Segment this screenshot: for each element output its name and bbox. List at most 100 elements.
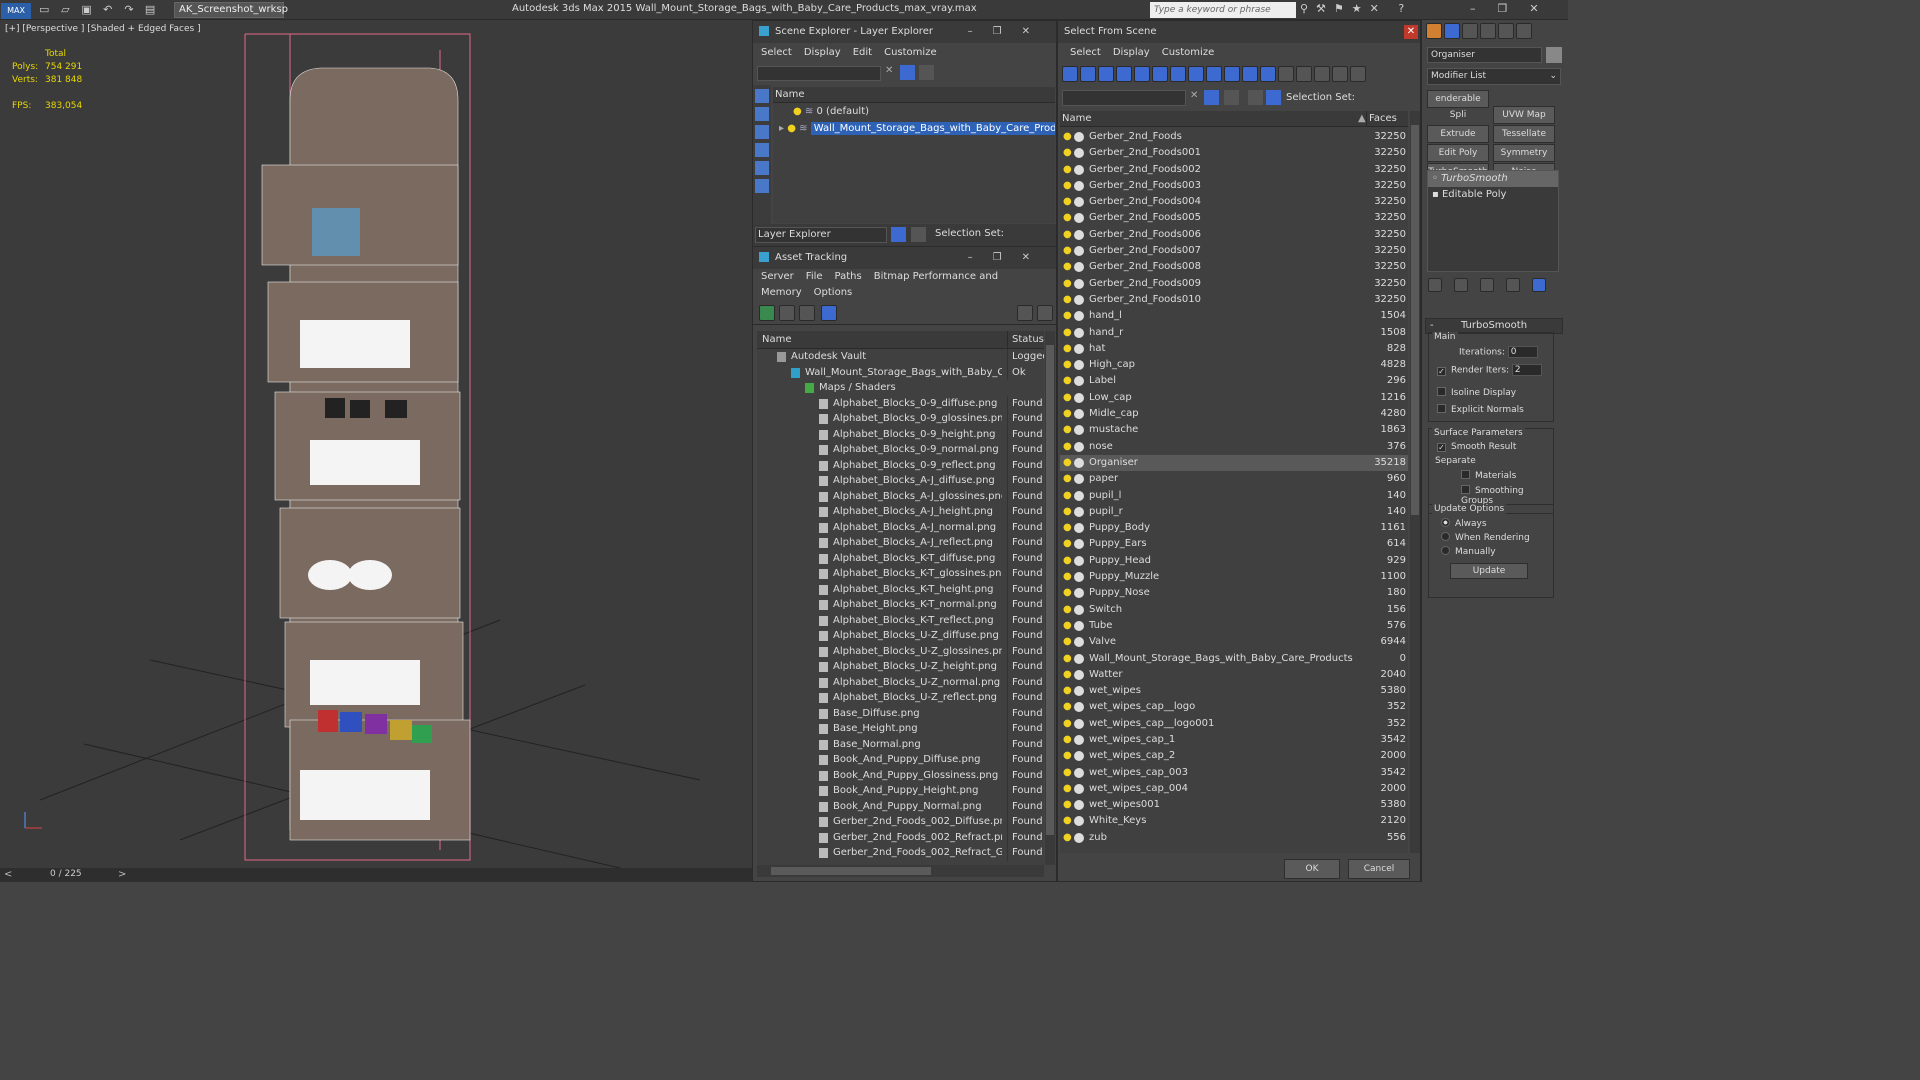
- search-input[interactable]: Type a keyword or phrase: [1150, 2, 1296, 18]
- asset-row[interactable]: Alphabet_Blocks_K-T_glossines.png Found: [757, 566, 1044, 582]
- object-row[interactable]: ● High_cap 4828: [1060, 357, 1408, 373]
- scene-explorer-filter-input[interactable]: [757, 66, 881, 81]
- filter-icon[interactable]: [900, 65, 915, 80]
- light-bulb-icon[interactable]: ●: [1063, 536, 1072, 552]
- list-view-icon[interactable]: [779, 305, 795, 321]
- when-rendering-radio[interactable]: [1441, 532, 1450, 541]
- smooth-result-checkbox[interactable]: ✓: [1437, 443, 1446, 452]
- asset-row[interactable]: Alphabet_Blocks_K-T_diffuse.png Found: [757, 550, 1044, 566]
- asset-row[interactable]: Alphabet_Blocks_U-Z_height.png Found: [757, 659, 1044, 675]
- remove-modifier-icon[interactable]: [1506, 278, 1520, 292]
- stack-item-editable-poly[interactable]: ▪ Editable Poly: [1428, 187, 1558, 203]
- object-row[interactable]: ● Gerber_2nd_Foods003 32250: [1060, 178, 1408, 194]
- light-bulb-icon[interactable]: ●: [1063, 259, 1072, 275]
- time-slider[interactable]: < 0 / 225 >: [0, 868, 752, 882]
- object-row[interactable]: ● Valve 6944: [1060, 634, 1408, 650]
- light-bulb-icon[interactable]: ●: [1063, 488, 1072, 504]
- layer-explorer-icon[interactable]: [891, 227, 906, 242]
- object-row[interactable]: ● Organiser 35218: [1060, 454, 1408, 472]
- light-bulb-icon[interactable]: ●: [1063, 830, 1072, 846]
- asset-row[interactable]: Alphabet_Blocks_A-J_height.png Found: [757, 504, 1044, 520]
- lightbulb-icon[interactable]: ◦: [1432, 173, 1438, 184]
- light-bulb-icon[interactable]: ●: [1063, 390, 1072, 406]
- menu-item[interactable]: File: [806, 271, 823, 282]
- filter-lights-icon[interactable]: [1098, 66, 1114, 82]
- modifier-button[interactable]: Edit Poly: [1427, 144, 1489, 162]
- light-bulb-icon[interactable]: ●: [1063, 308, 1072, 324]
- modifier-button[interactable]: Extrude: [1427, 125, 1489, 143]
- modifier-button[interactable]: Symmetry: [1493, 144, 1555, 162]
- asset-row[interactable]: Alphabet_Blocks_A-J_normal.png Found: [757, 519, 1044, 535]
- light-bulb-icon[interactable]: ●: [1063, 439, 1072, 455]
- filter-frozen-icon[interactable]: [1242, 66, 1258, 82]
- refresh-icon[interactable]: [759, 305, 775, 321]
- object-name-field[interactable]: Organiser: [1427, 47, 1542, 63]
- object-row[interactable]: ● wet_wipes_cap_003 3542: [1060, 765, 1408, 781]
- asset-horizontal-scrollbar[interactable]: [757, 865, 1044, 877]
- perspective-viewport[interactable]: [+] [Perspective ] [Shaded + Edged Faces…: [0, 20, 752, 868]
- light-bulb-icon[interactable]: ●: [1063, 569, 1072, 585]
- close-icon[interactable]: ✕: [1404, 25, 1418, 39]
- stack-item-turbosmooth[interactable]: ◦ TurboSmooth: [1428, 171, 1558, 187]
- light-bulb-icon[interactable]: ●: [1063, 797, 1072, 813]
- menu-item[interactable]: Server: [761, 271, 794, 282]
- ok-button[interactable]: OK: [1284, 859, 1340, 879]
- expand-icon[interactable]: ▪: [1432, 189, 1439, 200]
- display-shapes-icon[interactable]: [755, 125, 769, 139]
- light-bulb-icon[interactable]: ●: [1063, 243, 1072, 259]
- asset-row[interactable]: Gerber_2nd_Foods_002_Refract_Glossi... Fo…: [757, 845, 1044, 861]
- light-bulb-icon[interactable]: ●: [1063, 602, 1072, 618]
- find-icon[interactable]: [919, 65, 934, 80]
- project-icon[interactable]: ▤: [142, 2, 158, 18]
- object-row[interactable]: ● pupil_l 140: [1060, 488, 1408, 504]
- object-row[interactable]: ● hand_r 1508: [1060, 325, 1408, 341]
- hierarchy-toggle-icon[interactable]: [1350, 66, 1366, 82]
- light-bulb-icon[interactable]: ●: [1063, 683, 1072, 699]
- light-bulb-icon[interactable]: ●: [1063, 406, 1072, 422]
- window-controls[interactable]: –❐✕: [1470, 2, 1561, 15]
- layer-row[interactable]: ▸ ● ≋ Wall_Mount_Storage_Bags_with_Baby_…: [773, 120, 1055, 137]
- light-bulb-icon[interactable]: ●: [1063, 455, 1072, 471]
- asset-tracking-title-bar[interactable]: Asset Tracking –❐✕: [753, 247, 1056, 269]
- asset-row[interactable]: Alphabet_Blocks_0-9_diffuse.png Found: [757, 395, 1044, 411]
- scene-explorer-title-bar[interactable]: Scene Explorer - Layer Explorer –❐✕: [753, 21, 1056, 43]
- asset-row[interactable]: Alphabet_Blocks_0-9_normal.png Found: [757, 442, 1044, 458]
- filter-xrefs-icon[interactable]: [1188, 66, 1204, 82]
- asset-row[interactable]: Alphabet_Blocks_0-9_reflect.png Found: [757, 457, 1044, 473]
- light-bulb-icon[interactable]: ●: [793, 106, 802, 117]
- modifier-button[interactable]: Tessellate: [1493, 125, 1555, 143]
- asset-row[interactable]: Book_And_Puppy_Normal.png Found: [757, 798, 1044, 814]
- object-row[interactable]: ● wet_wipes_cap_2 2000: [1060, 748, 1408, 764]
- save-icon[interactable]: ▣: [79, 2, 95, 18]
- object-row[interactable]: ● wet_wipes_cap__logo001 352: [1060, 716, 1408, 732]
- settings-icon[interactable]: [1037, 305, 1053, 321]
- light-bulb-icon[interactable]: ●: [1063, 422, 1072, 438]
- asset-row[interactable]: Alphabet_Blocks_K-T_height.png Found: [757, 581, 1044, 597]
- object-row[interactable]: ● Gerber_2nd_Foods006 32250: [1060, 227, 1408, 243]
- timeline-next-icon[interactable]: >: [118, 869, 126, 880]
- create-tab-icon[interactable]: [1426, 23, 1442, 39]
- select-from-scene-title-bar[interactable]: Select From Scene ✕: [1058, 21, 1420, 43]
- light-bulb-icon[interactable]: ●: [1063, 504, 1072, 520]
- scene-explorer-window-controls[interactable]: –❐✕: [968, 21, 1050, 43]
- display-geometry-icon[interactable]: [755, 107, 769, 121]
- explicit-normals-checkbox[interactable]: [1437, 404, 1446, 413]
- filter-hidden-icon[interactable]: [1260, 66, 1276, 82]
- asset-row[interactable]: Alphabet_Blocks_U-Z_glossines.png Found: [757, 643, 1044, 659]
- menu-item[interactable]: Customize: [884, 47, 937, 58]
- sfs-col-faces[interactable]: Faces: [1366, 111, 1397, 127]
- iterations-spinner[interactable]: 0: [1507, 346, 1538, 358]
- menu-item[interactable]: Options: [814, 287, 853, 298]
- scene-explorer-col-name[interactable]: Name: [773, 87, 1055, 103]
- filter-spacewarps-icon[interactable]: [1152, 66, 1168, 82]
- cancel-button[interactable]: Cancel: [1348, 859, 1410, 879]
- modifier-button[interactable]: UVW Map: [1493, 106, 1555, 124]
- light-bulb-icon[interactable]: ●: [1063, 765, 1072, 781]
- object-row[interactable]: ● Puppy_Head 929: [1060, 553, 1408, 569]
- sfs-filter-icon[interactable]: [1204, 90, 1219, 105]
- asset-row[interactable]: Alphabet_Blocks_U-Z_normal.png Found: [757, 674, 1044, 690]
- light-bulb-icon[interactable]: ●: [1063, 634, 1072, 650]
- filter-cameras-icon[interactable]: [1116, 66, 1132, 82]
- object-row[interactable]: ● nose 376: [1060, 439, 1408, 455]
- asset-tracking-window-controls[interactable]: –❐✕: [968, 247, 1050, 269]
